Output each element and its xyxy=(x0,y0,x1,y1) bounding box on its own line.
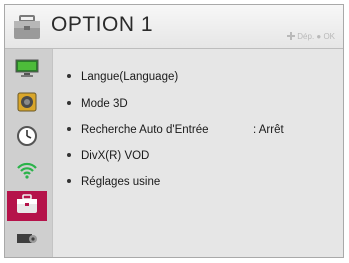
toolbox-icon xyxy=(11,11,43,43)
speaker-icon xyxy=(16,91,38,118)
menu-item-label: Recherche Auto d'Entrée xyxy=(81,124,209,136)
page-title: OPTION 1 xyxy=(51,13,154,36)
sidebar-item-time[interactable] xyxy=(9,125,45,151)
sidebar-item-network[interactable] xyxy=(9,159,45,185)
sidebar-item-support[interactable] xyxy=(9,227,45,253)
wifi-icon xyxy=(16,160,38,185)
toolbox-icon xyxy=(15,193,39,220)
bullet-icon xyxy=(67,153,71,157)
clock-icon xyxy=(16,125,38,152)
menu-item-auto-input-search[interactable]: Recherche Auto d'Entrée xyxy=(67,124,209,136)
menu-item-label: Langue(Language) xyxy=(81,71,179,83)
bullet-icon xyxy=(67,74,71,78)
dpad-icon xyxy=(287,32,297,41)
menu-item-label: Mode 3D xyxy=(81,98,128,110)
category-sidebar xyxy=(5,49,52,257)
sidebar-item-option[interactable] xyxy=(7,191,47,221)
menu-item-3d-mode[interactable]: Mode 3D xyxy=(67,98,128,110)
settings-device-icon xyxy=(15,229,39,252)
menu-item-label: Réglages usine xyxy=(81,176,161,188)
sidebar-item-picture[interactable] xyxy=(9,57,45,83)
sidebar-item-sound[interactable] xyxy=(9,91,45,117)
monitor-icon xyxy=(14,58,40,83)
menu-item-factory-reset[interactable]: Réglages usine xyxy=(67,176,160,188)
options-panel: Langue(Language) Mode 3D Recherche Auto … xyxy=(52,49,343,257)
bullet-icon xyxy=(67,127,71,131)
menu-item-label: DivX(R) VOD xyxy=(81,150,150,162)
navigation-hint-text: Dép. ● OK xyxy=(297,32,335,41)
header-bar: OPTION 1 Dép. ● OK xyxy=(5,5,343,49)
menu-item-divx-vod[interactable]: DivX(R) VOD xyxy=(67,150,149,162)
settings-window: OPTION 1 Dép. ● OK Langue(Language) Mode… xyxy=(4,4,344,258)
bullet-icon xyxy=(67,179,71,183)
auto-input-search-value: : Arrêt xyxy=(253,124,284,136)
navigation-hint: Dép. ● OK xyxy=(287,32,335,41)
bullet-icon xyxy=(67,101,71,105)
menu-item-language[interactable]: Langue(Language) xyxy=(67,71,178,83)
